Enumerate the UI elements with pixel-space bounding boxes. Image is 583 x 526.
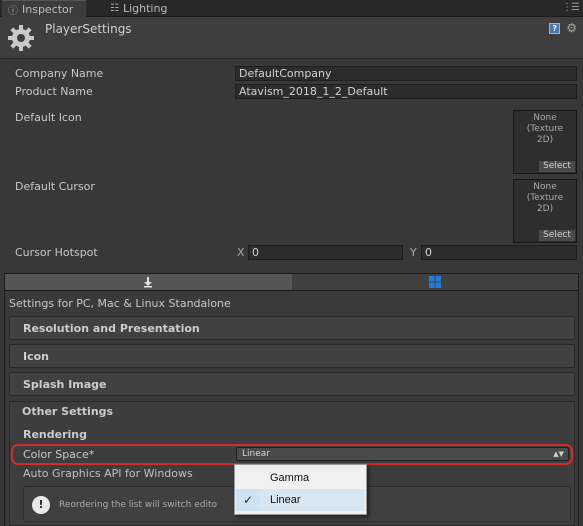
info-icon: ⓘ	[8, 5, 18, 17]
option-linear[interactable]: ✓ Linear	[236, 489, 365, 511]
hotspot-x-label[interactable]: X	[237, 246, 245, 259]
tab-lighting[interactable]: ☷ Lighting	[104, 0, 173, 17]
section-resolution-presentation[interactable]: Resolution and Presentation	[9, 316, 575, 340]
texture-none-text: None	[533, 113, 557, 123]
tab-lighting-label: Lighting	[122, 2, 168, 15]
tab-platform-windows[interactable]	[291, 274, 578, 290]
select-texture-button[interactable]: Select	[539, 161, 575, 172]
default-icon-texture-slot[interactable]: None (Texture 2D) Select	[513, 110, 577, 174]
warning-icon: !	[32, 496, 50, 514]
hotspot-y-label[interactable]: Y	[410, 246, 417, 259]
option-label: Linear	[270, 494, 301, 506]
hotspot-x-field[interactable]: 0	[248, 245, 403, 260]
auto-graphics-api-label: Auto Graphics API for Windows	[23, 467, 193, 480]
color-space-label: Color Space*	[23, 448, 95, 461]
rendering-subheader: Rendering	[23, 428, 87, 441]
settings-gear-icon[interactable]: ⚙	[566, 21, 577, 35]
panel-menu-icon[interactable]: ⋮☰	[562, 2, 580, 13]
platform-tabs	[4, 273, 579, 291]
window-tab-bar: ⓘ Inspector ☷ Lighting ⋮☰	[0, 0, 583, 17]
texture-none-text: None	[533, 182, 557, 192]
gear-icon	[8, 25, 34, 51]
color-space-value: Linear	[242, 449, 270, 459]
section-label: Splash Image	[23, 378, 107, 391]
dropdown-arrows-icon: ▲▼	[553, 450, 564, 458]
default-cursor-texture-slot[interactable]: None (Texture 2D) Select	[513, 179, 577, 243]
color-space-dropdown[interactable]: Linear ▲▼	[236, 447, 569, 461]
windows-icon	[428, 276, 441, 288]
option-label: Gamma	[270, 472, 310, 484]
default-cursor-label: Default Cursor	[15, 180, 95, 193]
page-title: PlayerSettings	[45, 22, 132, 36]
option-gamma[interactable]: Gamma	[236, 467, 365, 489]
download-icon	[144, 277, 153, 288]
cursor-hotspot-label: Cursor Hotspot	[15, 246, 98, 259]
company-name-label: Company Name	[15, 67, 104, 80]
texture-type-text-2: 2D)	[536, 204, 554, 214]
checkmark-icon: ✓	[236, 489, 260, 511]
inspector-header: PlayerSettings ? ⚙	[0, 17, 583, 59]
section-splash-image[interactable]: Splash Image	[9, 372, 575, 396]
texture-type-text: (Texture	[526, 124, 564, 134]
tab-inspector-label: Inspector	[22, 2, 74, 16]
product-name-field[interactable]: Atavism_2018_1_2_Default	[235, 84, 577, 99]
tab-platform-default[interactable]	[5, 274, 292, 290]
help-icon[interactable]: ?	[549, 22, 561, 34]
section-icon[interactable]: Icon	[9, 344, 575, 368]
select-texture-button[interactable]: Select	[539, 230, 575, 241]
tab-inspector[interactable]: ⓘ Inspector	[2, 0, 86, 17]
section-label: Resolution and Presentation	[23, 322, 200, 335]
default-icon-label: Default Icon	[15, 111, 82, 124]
color-space-options-menu: Gamma ✓ Linear	[234, 464, 367, 515]
product-name-label: Product Name	[15, 85, 93, 98]
section-label: Icon	[23, 350, 50, 363]
other-settings-header[interactable]: Other Settings	[22, 405, 113, 418]
texture-type-text: (Texture	[526, 193, 564, 203]
hotspot-y-field[interactable]: 0	[421, 245, 577, 260]
company-name-field[interactable]: DefaultCompany	[235, 66, 577, 81]
texture-type-text-2: 2D)	[536, 135, 554, 145]
settings-title: Settings for PC, Mac & Linux Standalone	[9, 297, 231, 310]
lighting-icon: ☷	[110, 3, 119, 14]
